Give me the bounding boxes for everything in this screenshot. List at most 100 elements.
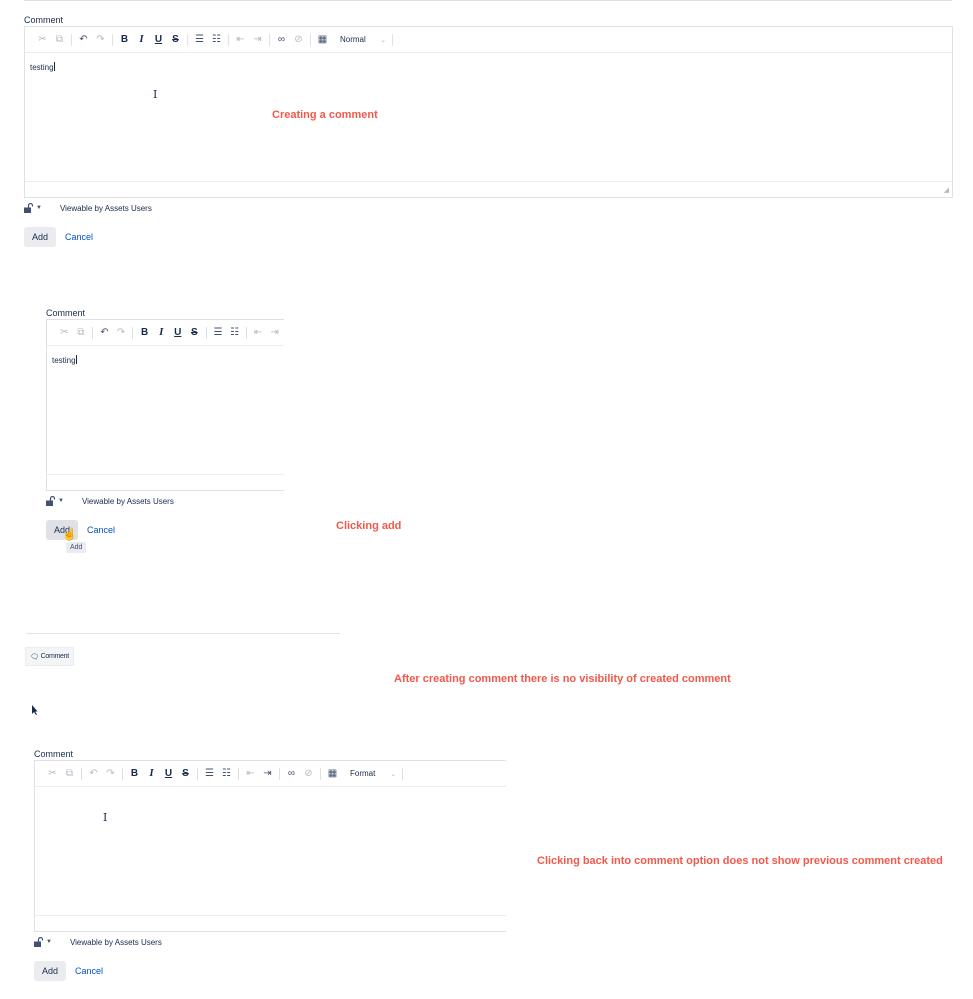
editor-text: testing [52, 356, 76, 365]
editor-resize-bar [47, 474, 284, 490]
bold-icon[interactable]: B [117, 31, 132, 49]
bullet-list-icon[interactable]: ☷ [209, 31, 224, 49]
italic-icon[interactable]: I [134, 31, 149, 49]
visibility-text: Viewable by Assets Users [81, 496, 174, 506]
unlock-icon[interactable] [24, 203, 34, 213]
resize-handle-icon[interactable]: ◢ [944, 187, 949, 194]
link-icon[interactable]: ∞ [274, 31, 289, 49]
toolbar-separator [81, 767, 82, 780]
numbered-list-icon[interactable]: ☰ [211, 324, 226, 342]
toolbar-separator [269, 33, 270, 46]
comment-panel-2: Comment ✂ ⧉ ↶ ↷ B I U S ☰ ☷ ⇤ ⇥ testing [46, 307, 284, 540]
indent-icon[interactable]: ⇥ [267, 324, 282, 342]
annotation-after-creating: After creating comment there is no visib… [394, 673, 731, 685]
toolbar-separator [112, 33, 113, 46]
unlock-icon[interactable] [34, 937, 44, 947]
toolbar-separator [320, 767, 321, 780]
editor-content[interactable]: testing I [25, 53, 952, 181]
italic-icon[interactable]: I [144, 765, 159, 783]
strikethrough-icon[interactable]: S [187, 324, 202, 342]
bullet-list-icon[interactable]: ☷ [219, 765, 234, 783]
hand-pointer-icon: ☝ [62, 527, 77, 541]
comment-panel-1: Comment ✂ ⧉ ↶ ↷ B I U S ☰ ☷ ⇤ ⇥ ∞ ⊘ ▦ No… [24, 14, 953, 247]
toolbar-separator [71, 33, 72, 46]
cancel-button[interactable]: Cancel [87, 525, 115, 535]
toolbar-separator [122, 767, 123, 780]
redo-icon[interactable]: ↷ [93, 31, 108, 49]
indent-icon[interactable]: ⇥ [250, 31, 265, 49]
undo-icon[interactable]: ↶ [86, 765, 101, 783]
editor-toolbar: ✂ ⧉ ↶ ↷ B I U S ☰ ☷ ⇤ ⇥ ∞ ⊘ ▦ Format ⌄ [35, 761, 506, 787]
editor-content[interactable]: testing [47, 346, 284, 474]
comment-editor: ✂ ⧉ ↶ ↷ B I U S ☰ ☷ ⇤ ⇥ ∞ ⊘ ▦ Normal ⌄ t… [24, 26, 953, 198]
copy-icon[interactable]: ⧉ [74, 324, 89, 342]
chevron-down-icon[interactable]: ▼ [36, 205, 42, 211]
table-icon[interactable]: ▦ [325, 765, 340, 783]
comment-actions: Add Cancel [46, 520, 284, 540]
unlock-icon[interactable] [46, 496, 56, 506]
format-select-value: Normal [340, 35, 366, 44]
visibility-row: ▼ Viewable by Assets Users [24, 202, 953, 214]
cut-icon[interactable]: ✂ [35, 31, 50, 49]
redo-icon[interactable]: ↷ [103, 765, 118, 783]
cut-icon[interactable]: ✂ [57, 324, 72, 342]
comment-button[interactable]: 🗨 Comment [25, 647, 74, 666]
arrow-cursor-icon [32, 705, 38, 715]
toolbar-separator [392, 33, 393, 46]
top-divider [24, 0, 952, 1]
numbered-list-icon[interactable]: ☰ [192, 31, 207, 49]
bullet-list-icon[interactable]: ☷ [227, 324, 242, 342]
cut-icon[interactable]: ✂ [45, 765, 60, 783]
bold-icon[interactable]: B [127, 765, 142, 783]
comment-actions: Add Cancel [34, 961, 506, 981]
annotation-creating-comment: Creating a comment [272, 109, 378, 121]
chevron-down-icon[interactable]: ▼ [46, 939, 52, 945]
cancel-button[interactable]: Cancel [65, 232, 93, 242]
bold-icon[interactable]: B [137, 324, 152, 342]
outdent-icon[interactable]: ⇤ [233, 31, 248, 49]
editor-resize-bar [35, 915, 506, 931]
numbered-list-icon[interactable]: ☰ [202, 765, 217, 783]
editor-toolbar: ✂ ⧉ ↶ ↷ B I U S ☰ ☷ ⇤ ⇥ ∞ ⊘ ▦ Normal ⌄ [25, 27, 952, 53]
editor-content[interactable]: I [35, 787, 506, 915]
comment-label: Comment [34, 749, 74, 759]
toolbar-separator [228, 33, 229, 46]
outdent-icon[interactable]: ⇤ [243, 765, 258, 783]
undo-icon[interactable]: ↶ [97, 324, 112, 342]
visibility-text: Viewable by Assets Users [59, 203, 152, 213]
chevron-down-icon[interactable]: ▼ [58, 498, 64, 504]
underline-icon[interactable]: U [171, 324, 186, 342]
toolbar-separator [245, 326, 247, 339]
visibility-row: ▼ Viewable by Assets Users [34, 936, 506, 948]
add-button[interactable]: Add [24, 227, 56, 247]
cancel-button[interactable]: Cancel [75, 966, 103, 976]
toolbar-separator [279, 767, 280, 780]
unlink-icon[interactable]: ⊘ [301, 765, 316, 783]
comment-actions: Add Cancel [24, 227, 953, 247]
outdent-icon[interactable]: ⇤ [251, 324, 266, 342]
text-caret [75, 355, 77, 364]
editor-text: testing [30, 63, 54, 72]
underline-icon[interactable]: U [161, 765, 176, 783]
format-select[interactable]: Normal ⌄ [336, 32, 390, 48]
copy-icon[interactable]: ⧉ [52, 31, 67, 49]
strikethrough-icon[interactable]: S [178, 765, 193, 783]
undo-icon[interactable]: ↶ [76, 31, 91, 49]
editor-toolbar: ✂ ⧉ ↶ ↷ B I U S ☰ ☷ ⇤ ⇥ [47, 320, 284, 346]
redo-icon[interactable]: ↷ [114, 324, 129, 342]
toolbar-separator [205, 326, 207, 339]
editor-resize-bar: ◢ [25, 181, 952, 197]
strikethrough-icon[interactable]: S [168, 31, 183, 49]
comment-button-label: Comment [40, 653, 70, 660]
toolbar-separator [197, 767, 198, 780]
indent-icon[interactable]: ⇥ [260, 765, 275, 783]
format-select[interactable]: Format ⌄ [346, 766, 400, 782]
link-icon[interactable]: ∞ [284, 765, 299, 783]
table-icon[interactable]: ▦ [315, 31, 330, 49]
copy-icon[interactable]: ⧉ [62, 765, 77, 783]
comment-editor: ✂ ⧉ ↶ ↷ B I U S ☰ ☷ ⇤ ⇥ ∞ ⊘ ▦ Format ⌄ I [34, 760, 506, 932]
italic-icon[interactable]: I [154, 324, 169, 342]
underline-icon[interactable]: U [151, 31, 166, 49]
unlink-icon[interactable]: ⊘ [291, 31, 306, 49]
add-button[interactable]: Add [34, 961, 66, 981]
